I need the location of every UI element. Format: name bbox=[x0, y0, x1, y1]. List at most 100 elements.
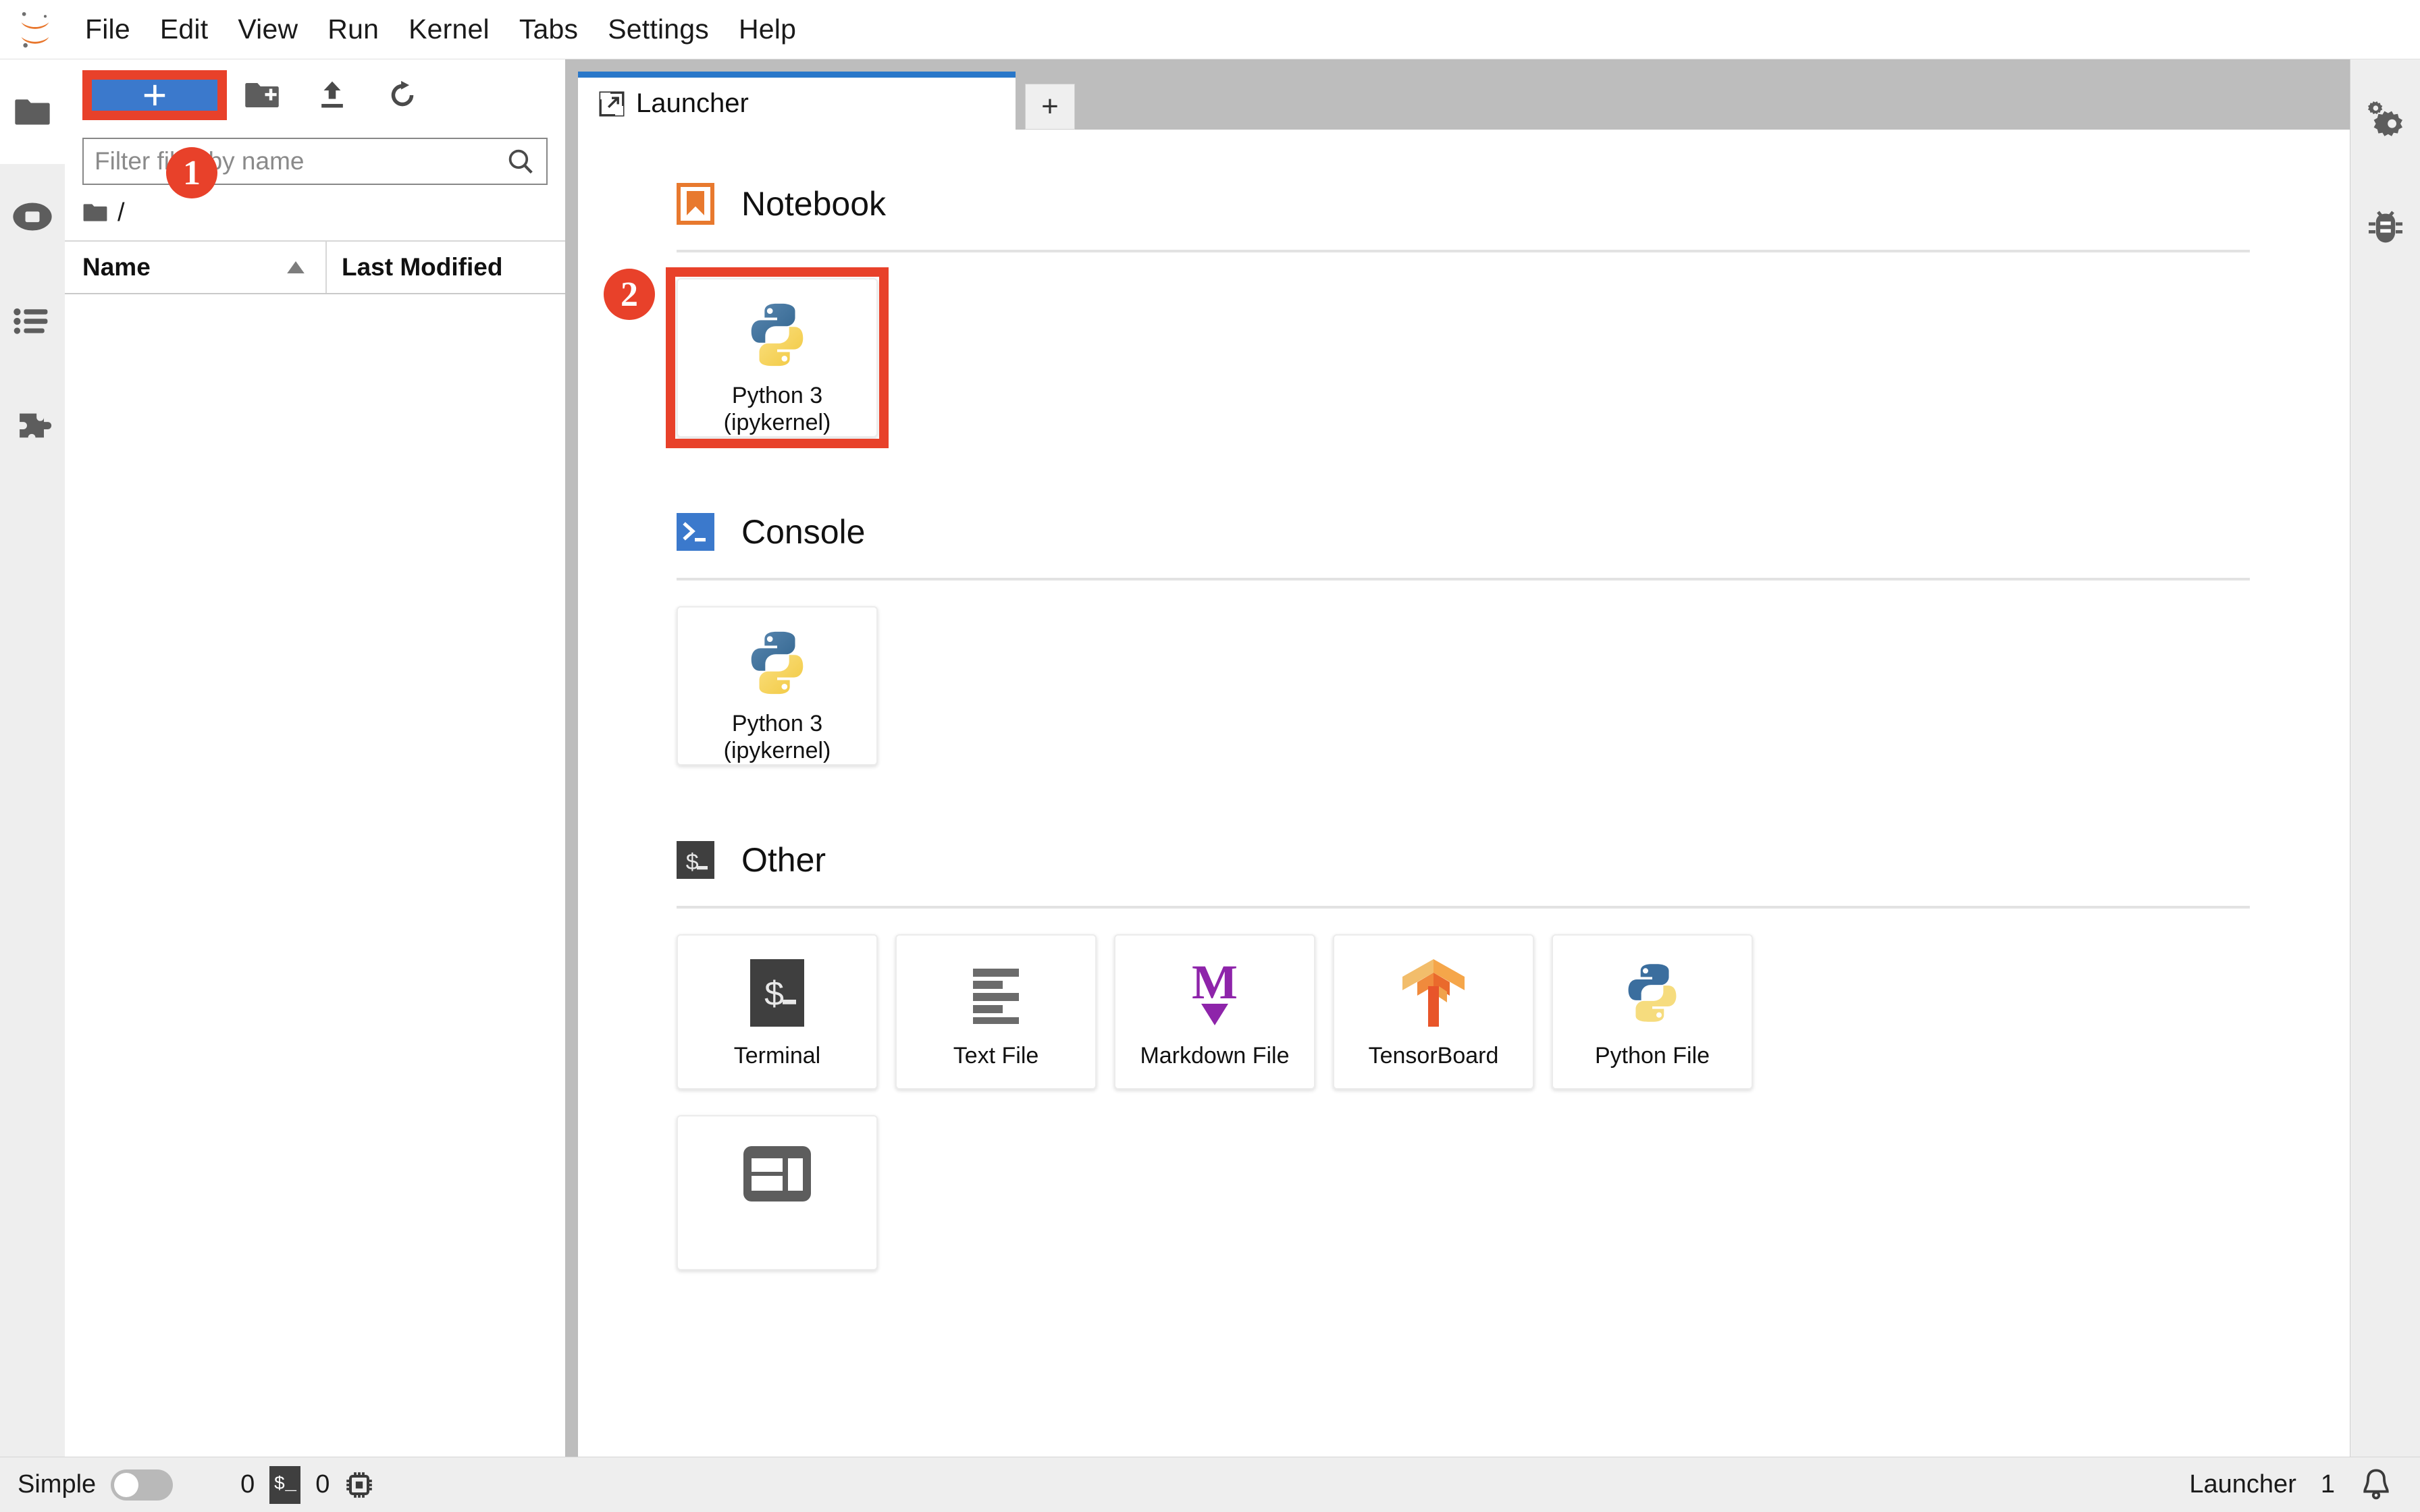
refresh-file-list-button[interactable] bbox=[367, 70, 438, 120]
add-tab-button[interactable]: + bbox=[1025, 84, 1075, 130]
simple-mode-toggle[interactable] bbox=[111, 1469, 174, 1501]
sidebar-item-extensions[interactable] bbox=[0, 373, 65, 478]
new-launcher-button[interactable] bbox=[90, 75, 219, 115]
section-title-notebook: Notebook bbox=[741, 185, 887, 223]
terminal-dollar-icon: $ bbox=[750, 959, 804, 1027]
svg-text:$: $ bbox=[685, 851, 699, 877]
section-title-other: Other bbox=[741, 841, 826, 879]
file-list-header: Name Last Modified bbox=[65, 242, 565, 294]
launcher-section-notebook: Notebook 2 Python 3 (ipykernel) bbox=[604, 167, 2250, 448]
console-prompt-icon bbox=[677, 513, 714, 551]
menu-file[interactable]: File bbox=[70, 8, 145, 51]
kernel-count[interactable]: 0 bbox=[240, 1470, 255, 1499]
terminal-card[interactable]: $ Terminal bbox=[677, 934, 878, 1089]
markdown-file-card[interactable]: M Markdown File bbox=[1114, 934, 1315, 1089]
text-file-card-label: Text File bbox=[953, 1043, 1039, 1069]
menu-kernel[interactable]: Kernel bbox=[394, 8, 504, 51]
tensorboard-icon bbox=[1402, 959, 1465, 1027]
python3-notebook-card[interactable]: Python 3 (ipykernel) bbox=[677, 278, 878, 437]
search-input[interactable] bbox=[95, 147, 506, 176]
terminal-count[interactable]: 0 bbox=[315, 1470, 330, 1499]
python-file-card-label: Python File bbox=[1594, 1043, 1710, 1069]
terminal-dollar-icon[interactable]: $_ bbox=[269, 1465, 301, 1504]
tensorboard-card-label: TensorBoard bbox=[1368, 1043, 1499, 1069]
search-icon[interactable] bbox=[506, 146, 535, 176]
annotation-badge-2: 2 bbox=[604, 269, 655, 320]
simple-mode-label: Simple bbox=[18, 1470, 97, 1498]
workspace: / Name Last Modified 1 bbox=[0, 59, 2420, 1457]
tensorboard-card[interactable]: TensorBoard bbox=[1333, 934, 1534, 1089]
sidebar-item-file-browser[interactable] bbox=[0, 59, 65, 164]
tab-launcher[interactable]: Launcher bbox=[578, 72, 1016, 130]
layout-panels-icon bbox=[743, 1146, 811, 1202]
python-logo-icon bbox=[751, 303, 804, 367]
python-file-card[interactable]: Python File bbox=[1552, 934, 1753, 1089]
section-cards-console: Python 3 (ipykernel) bbox=[677, 580, 2250, 765]
sidebar-item-running[interactable] bbox=[0, 164, 65, 269]
sidebar-item-toc[interactable] bbox=[0, 269, 65, 373]
upload-icon bbox=[321, 81, 343, 108]
annotation-badge-2-label: 2 bbox=[621, 275, 638, 314]
terminal-dollar-icon: $ bbox=[677, 841, 714, 879]
python3-notebook-card-wrap: 2 Python 3 (ipykernel) bbox=[604, 267, 889, 448]
python3-console-card[interactable]: Python 3 (ipykernel) bbox=[677, 606, 878, 765]
python-logo-icon-wrap bbox=[1619, 953, 1686, 1033]
new-folder-icon bbox=[245, 83, 279, 107]
tab-bar: Launcher + bbox=[578, 72, 2350, 130]
menu-bar: File Edit View Run Kernel Tabs Settings … bbox=[0, 0, 2420, 59]
annotation-badge-1-label: 1 bbox=[183, 153, 201, 192]
card-label-line2: (ipykernel) bbox=[723, 409, 831, 435]
menu-tabs[interactable]: Tabs bbox=[504, 8, 593, 51]
main-dock-area: Launcher + Notebook 2 Python 3 (ipykerne… bbox=[566, 59, 2350, 1457]
sidebar-item-debugger[interactable] bbox=[2350, 193, 2420, 263]
annotation-badge-1: 1 bbox=[166, 147, 217, 198]
jupyterlab-window: File Edit View Run Kernel Tabs Settings … bbox=[0, 0, 2420, 1512]
menu-edit[interactable]: Edit bbox=[145, 8, 223, 51]
breadcrumb[interactable]: / bbox=[65, 185, 565, 242]
contextual-help-card[interactable] bbox=[677, 1115, 878, 1270]
filter-files-field[interactable] bbox=[82, 138, 548, 185]
new-launcher-button-wrap bbox=[82, 70, 227, 120]
table-of-contents-icon bbox=[13, 308, 47, 334]
sidebar-rail-filler bbox=[0, 478, 65, 1457]
new-folder-button[interactable] bbox=[227, 70, 297, 120]
text-lines-icon-wrap bbox=[964, 953, 1028, 1033]
terminal-dollar-icon-wrap: $ bbox=[750, 953, 804, 1033]
column-header-last-modified[interactable]: Last Modified bbox=[327, 242, 565, 293]
jupyter-logo-icon bbox=[21, 11, 49, 47]
launcher-section-console: Console Python 3 (ipykernel) bbox=[677, 495, 2250, 765]
upload-files-button[interactable] bbox=[297, 70, 367, 120]
markdown-m-icon-wrap: M bbox=[1182, 953, 1247, 1033]
breadcrumb-path[interactable]: / bbox=[117, 198, 125, 227]
folder-icon bbox=[83, 204, 107, 221]
menu-view[interactable]: View bbox=[223, 8, 313, 51]
python-logo-icon-wrap bbox=[741, 625, 814, 701]
bell-icon[interactable] bbox=[2359, 1467, 2393, 1503]
menu-settings[interactable]: Settings bbox=[593, 8, 724, 51]
right-sidebar-rail bbox=[2350, 59, 2420, 1457]
active-tab-label: Launcher bbox=[2189, 1470, 2296, 1498]
python3-console-card-label: Python 3 (ipykernel) bbox=[724, 710, 831, 764]
sort-ascending-icon bbox=[287, 261, 305, 273]
refresh-icon bbox=[391, 80, 414, 107]
card-label-line1: Python 3 bbox=[731, 382, 823, 408]
text-file-card[interactable]: Text File bbox=[895, 934, 1097, 1089]
card-label-line2: (ipykernel) bbox=[723, 737, 831, 763]
menu-run[interactable]: Run bbox=[313, 8, 394, 51]
sidebar-item-property-inspector[interactable] bbox=[2350, 84, 2420, 154]
file-list[interactable] bbox=[65, 294, 565, 1457]
file-browser-panel: / Name Last Modified 1 bbox=[65, 59, 566, 1457]
column-header-name-label: Name bbox=[82, 253, 151, 281]
menu-help[interactable]: Help bbox=[724, 8, 811, 51]
cpu-chip-icon[interactable] bbox=[344, 1470, 374, 1500]
tab-launcher-label: Launcher bbox=[636, 88, 749, 118]
section-header-console: Console bbox=[677, 495, 2250, 568]
python3-notebook-card-label: Python 3 (ipykernel) bbox=[724, 382, 831, 436]
debugger-bug-icon bbox=[2368, 211, 2402, 243]
layout-panels-icon-wrap bbox=[743, 1134, 811, 1214]
section-header-other: $ Other bbox=[677, 824, 2250, 896]
section-header-notebook: Notebook bbox=[677, 167, 2250, 240]
markdown-file-card-label: Markdown File bbox=[1140, 1043, 1290, 1069]
text-lines-icon bbox=[973, 969, 1019, 1024]
column-header-name[interactable]: Name bbox=[65, 242, 327, 293]
